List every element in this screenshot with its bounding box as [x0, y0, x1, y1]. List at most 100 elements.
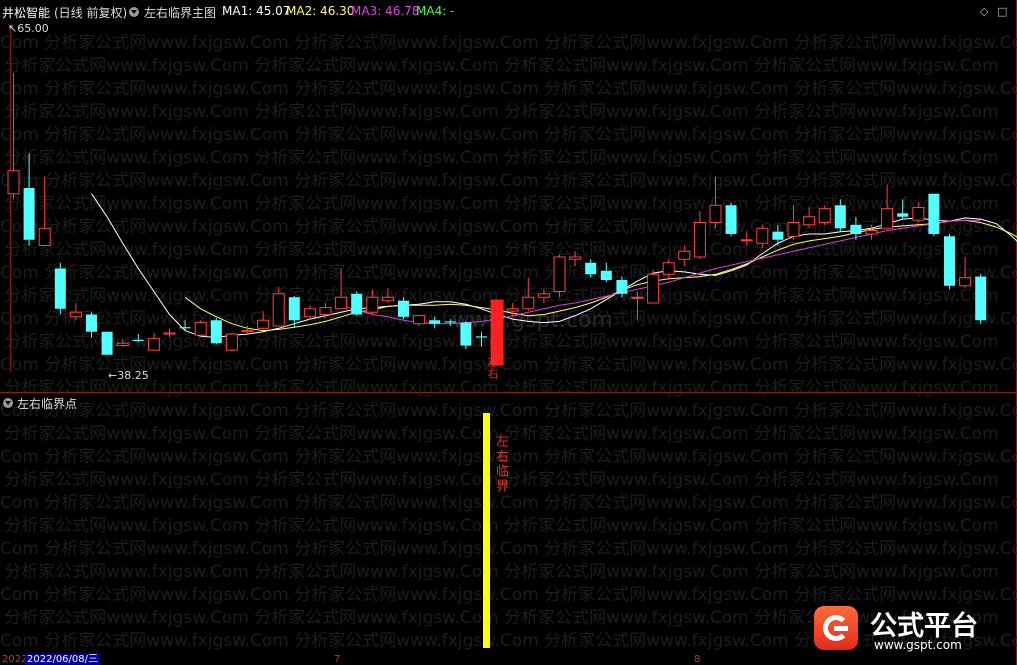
candle[interactable] [225, 332, 238, 352]
candle[interactable] [662, 259, 675, 280]
candle[interactable] [54, 262, 66, 315]
candle[interactable] [881, 184, 894, 229]
candle[interactable] [725, 202, 737, 237]
candle[interactable] [413, 314, 426, 327]
candle[interactable] [257, 311, 270, 330]
candle-body [429, 320, 441, 324]
month-tick-7: 7 [334, 654, 341, 665]
candle[interactable] [631, 291, 644, 321]
candle-body [69, 311, 82, 318]
candle-body [865, 230, 878, 235]
candle[interactable] [381, 288, 394, 303]
brand-logo: 公式平台 www.gspt.com [808, 598, 1017, 654]
candle-body [787, 222, 800, 237]
candle[interactable] [553, 254, 566, 298]
candle[interactable] [23, 153, 35, 246]
candle[interactable] [7, 73, 20, 200]
candle[interactable] [429, 316, 441, 329]
signal-candle-label: 左右 [486, 356, 499, 380]
candle[interactable] [600, 262, 612, 283]
candle[interactable] [787, 205, 800, 240]
candle-body [740, 239, 753, 242]
candle[interactable] [86, 312, 97, 338]
candle[interactable] [709, 176, 722, 229]
selected-date[interactable]: 2022/06/08/三 [25, 654, 101, 665]
sub-panel-name[interactable]: 左右临界点 [17, 395, 77, 412]
candle-body [7, 170, 20, 195]
signal-bar [483, 413, 490, 648]
candle-body [928, 193, 940, 234]
candle[interactable] [335, 268, 348, 310]
panel-divider [0, 392, 1017, 393]
candle-body [756, 227, 769, 244]
candle-body [506, 308, 519, 312]
brand-url: www.gspt.com [874, 638, 962, 652]
candle[interactable] [975, 274, 987, 324]
candle-body [881, 208, 894, 229]
candle[interactable] [616, 276, 628, 298]
candle[interactable] [803, 207, 816, 229]
candle[interactable] [319, 303, 332, 318]
candle[interactable] [959, 257, 972, 289]
candle[interactable] [756, 224, 769, 248]
candle[interactable] [210, 317, 222, 345]
candle[interactable] [944, 234, 955, 290]
candle[interactable] [476, 331, 487, 347]
candle[interactable] [834, 199, 846, 232]
candle[interactable] [351, 291, 363, 316]
candle[interactable] [147, 332, 160, 352]
candle[interactable] [179, 320, 191, 331]
candle[interactable] [818, 205, 831, 225]
candle-body [818, 208, 831, 223]
candle[interactable] [366, 289, 379, 315]
candle-body [834, 205, 846, 229]
candle-body [944, 236, 955, 286]
candle[interactable] [647, 270, 660, 304]
signal-bar-label: 左右临界 [493, 434, 508, 494]
candle-body [803, 216, 816, 226]
candle-body [476, 336, 487, 338]
candle[interactable] [194, 320, 207, 338]
candle-body [366, 296, 379, 313]
candle[interactable] [912, 201, 925, 223]
candle-body [381, 296, 394, 302]
candle[interactable] [163, 328, 176, 338]
candle-body [600, 270, 612, 280]
candle[interactable] [740, 231, 753, 246]
candle[interactable] [772, 224, 784, 246]
candle-body [522, 296, 535, 310]
candle-body [23, 188, 35, 240]
candle[interactable] [460, 321, 472, 349]
candle[interactable] [444, 319, 456, 326]
candle-body [194, 322, 207, 336]
candle-body [537, 293, 550, 298]
date-prefix: 2022 [2, 654, 28, 665]
candle-body [335, 296, 348, 310]
candle[interactable] [69, 303, 82, 321]
candle[interactable] [569, 251, 582, 267]
candle[interactable] [116, 339, 129, 347]
candle[interactable] [585, 259, 597, 278]
candle-body [288, 297, 300, 321]
candle-body [257, 319, 270, 329]
candle[interactable] [678, 245, 691, 267]
candle[interactable] [101, 331, 113, 355]
candle-body [147, 338, 160, 351]
month-tick-8: 8 [694, 654, 701, 665]
candle[interactable] [132, 334, 144, 343]
candle[interactable] [38, 176, 51, 246]
candle-body [647, 273, 660, 304]
candle-body [725, 205, 737, 234]
candle-body [179, 327, 191, 329]
candle[interactable] [928, 193, 940, 237]
candle[interactable] [398, 297, 409, 320]
candlestick-chart[interactable] [0, 0, 1017, 395]
candle-body [210, 320, 222, 344]
candle[interactable] [522, 277, 535, 312]
sub-indicator-dropdown-icon[interactable] [3, 398, 13, 408]
candle[interactable] [537, 289, 550, 303]
candle[interactable] [897, 199, 909, 220]
candle-body [38, 227, 51, 246]
candle[interactable] [693, 211, 706, 260]
candle[interactable] [272, 286, 285, 327]
